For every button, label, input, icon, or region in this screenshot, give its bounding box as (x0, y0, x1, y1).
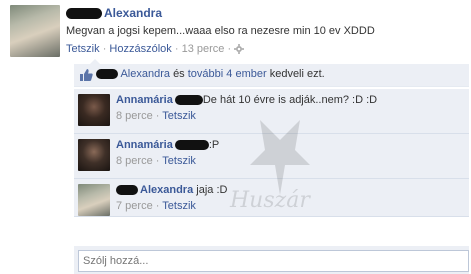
comment-input[interactable] (78, 250, 469, 272)
thumbs-up-icon (80, 69, 93, 84)
comment-text: De hát 10 évre is adják..nem? :D :D (202, 94, 378, 106)
liker-name[interactable]: Alexandra (120, 68, 170, 80)
likes-row: Alexandra és további 4 ember kedveli ezt… (74, 64, 469, 87)
like-link[interactable]: Tetszik (66, 43, 100, 55)
comment-time: 8 perce (116, 110, 153, 122)
post-author-avatar[interactable] (10, 5, 60, 57)
post-author-name[interactable]: Alexandra (104, 6, 162, 20)
gear-icon[interactable] (234, 44, 245, 57)
comment-author[interactable]: Annamária (116, 94, 173, 106)
comment-avatar[interactable] (78, 184, 110, 216)
comment-author[interactable]: Alexandra (140, 184, 193, 196)
comment-time: 7 perce (116, 200, 153, 212)
post-time[interactable]: 13 perce (182, 43, 225, 55)
redacted-name-block (174, 95, 203, 106)
post-meta: Tetszik · Hozzászólok · 13 perce · (66, 43, 245, 57)
watermark: Huszár (190, 110, 370, 220)
comment-avatar[interactable] (78, 139, 110, 171)
post-text: Megvan a jogsi kepem...waaa elso ra neze… (66, 25, 375, 37)
other-likers-link[interactable]: további 4 ember (188, 68, 267, 80)
redacted-name-block (116, 185, 138, 196)
comment-link[interactable]: Hozzászólok (109, 43, 171, 55)
post-author[interactable]: Alexandra (66, 6, 162, 20)
comment-author[interactable]: Annamária (116, 139, 173, 151)
watermark-text: Huszár (230, 188, 310, 213)
comment-time: 8 perce (116, 155, 153, 167)
comment-avatar[interactable] (78, 94, 110, 126)
redacted-name-block (66, 8, 102, 20)
comment-composer (74, 246, 469, 274)
redacted-name-block (96, 69, 118, 80)
